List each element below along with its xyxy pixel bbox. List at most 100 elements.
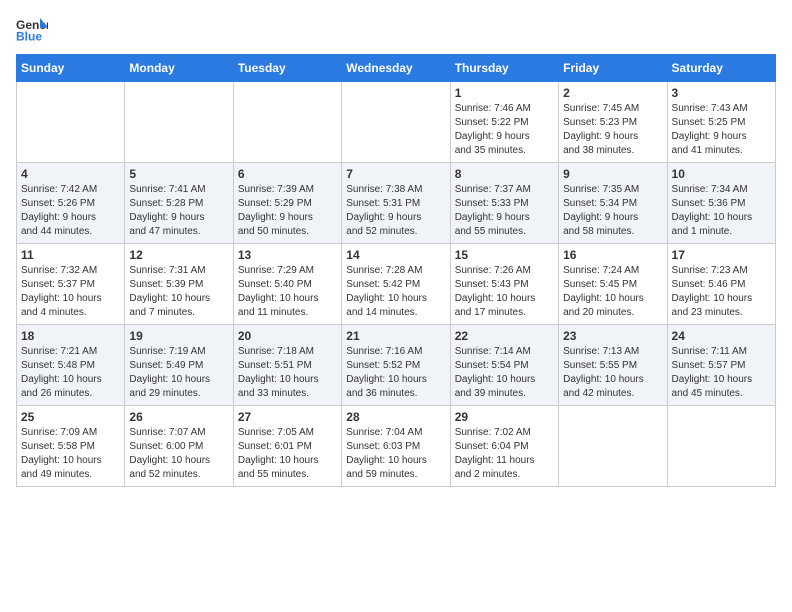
calendar-cell: 10 Sunrise: 7:34 AM Sunset: 5:36 PM Dayli…	[667, 163, 775, 244]
day-number: 21	[346, 329, 445, 343]
weekday-header: Wednesday	[342, 55, 450, 82]
weekday-header: Thursday	[450, 55, 558, 82]
day-number: 1	[455, 86, 554, 100]
weekday-header: Saturday	[667, 55, 775, 82]
day-number: 13	[238, 248, 337, 262]
calendar-cell: 17 Sunrise: 7:23 AM Sunset: 5:46 PM Dayli…	[667, 244, 775, 325]
calendar-cell	[559, 406, 667, 487]
calendar-cell: 8 Sunrise: 7:37 AM Sunset: 5:33 PM Daylig…	[450, 163, 558, 244]
day-info: Sunrise: 7:32 AM Sunset: 5:37 PM Dayligh…	[21, 264, 120, 320]
day-info: Sunrise: 7:31 AM Sunset: 5:39 PM Dayligh…	[129, 264, 228, 320]
calendar-cell: 12 Sunrise: 7:31 AM Sunset: 5:39 PM Dayli…	[125, 244, 233, 325]
calendar-cell	[667, 406, 775, 487]
day-number: 3	[672, 86, 771, 100]
calendar-cell: 2 Sunrise: 7:45 AM Sunset: 5:23 PM Daylig…	[559, 82, 667, 163]
weekday-header: Monday	[125, 55, 233, 82]
calendar-cell	[17, 82, 125, 163]
day-info: Sunrise: 7:19 AM Sunset: 5:49 PM Dayligh…	[129, 345, 228, 401]
calendar-week-row: 25Sunrise: 7:09 AM Sunset: 5:58 PM Dayli…	[17, 406, 776, 487]
day-number: 4	[21, 167, 120, 181]
calendar-cell: 16 Sunrise: 7:24 AM Sunset: 5:45 PM Dayli…	[559, 244, 667, 325]
calendar-header-row: SundayMondayTuesdayWednesdayThursdayFrid…	[17, 55, 776, 82]
day-number: 2	[563, 86, 662, 100]
day-info: Sunrise: 7:37 AM Sunset: 5:33 PM Dayligh…	[455, 183, 554, 239]
day-number: 15	[455, 248, 554, 262]
day-info: Sunrise: 7:02 AM Sunset: 6:04 PM Dayligh…	[455, 426, 554, 482]
day-number: 19	[129, 329, 228, 343]
calendar-cell: 1 Sunrise: 7:46 AM Sunset: 5:22 PM Daylig…	[450, 82, 558, 163]
day-info: Sunrise: 7:14 AM Sunset: 5:54 PM Dayligh…	[455, 345, 554, 401]
day-number: 29	[455, 410, 554, 424]
calendar-cell: 19 Sunrise: 7:19 AM Sunset: 5:49 PM Dayli…	[125, 325, 233, 406]
calendar-cell: 4 Sunrise: 7:42 AM Sunset: 5:26 PM Daylig…	[17, 163, 125, 244]
day-number: 16	[563, 248, 662, 262]
day-info: Sunrise: 7:43 AM Sunset: 5:25 PM Dayligh…	[672, 102, 771, 158]
calendar-cell: 24 Sunrise: 7:11 AM Sunset: 5:57 PM Dayli…	[667, 325, 775, 406]
day-info: Sunrise: 7:04 AM Sunset: 6:03 PM Dayligh…	[346, 426, 445, 482]
day-info: Sunrise: 7:23 AM Sunset: 5:46 PM Dayligh…	[672, 264, 771, 320]
day-number: 6	[238, 167, 337, 181]
calendar-cell: 15 Sunrise: 7:26 AM Sunset: 5:43 PM Dayli…	[450, 244, 558, 325]
calendar-cell: 23 Sunrise: 7:13 AM Sunset: 5:55 PM Dayli…	[559, 325, 667, 406]
day-info: Sunrise: 7:13 AM Sunset: 5:55 PM Dayligh…	[563, 345, 662, 401]
calendar-cell	[233, 82, 341, 163]
day-number: 28	[346, 410, 445, 424]
day-number: 25	[21, 410, 120, 424]
calendar-week-row: 18Sunrise: 7:21 AM Sunset: 5:48 PM Dayli…	[17, 325, 776, 406]
day-number: 12	[129, 248, 228, 262]
day-info: Sunrise: 7:28 AM Sunset: 5:42 PM Dayligh…	[346, 264, 445, 320]
calendar-cell: 25Sunrise: 7:09 AM Sunset: 5:58 PM Dayli…	[17, 406, 125, 487]
logo-icon: General Blue	[16, 16, 48, 44]
day-info: Sunrise: 7:18 AM Sunset: 5:51 PM Dayligh…	[238, 345, 337, 401]
calendar-cell: 11 Sunrise: 7:32 AM Sunset: 5:37 PM Dayli…	[17, 244, 125, 325]
calendar-cell: 7 Sunrise: 7:38 AM Sunset: 5:31 PM Daylig…	[342, 163, 450, 244]
day-info: Sunrise: 7:16 AM Sunset: 5:52 PM Dayligh…	[346, 345, 445, 401]
day-number: 26	[129, 410, 228, 424]
calendar-cell: 14 Sunrise: 7:28 AM Sunset: 5:42 PM Dayli…	[342, 244, 450, 325]
calendar-week-row: 1 Sunrise: 7:46 AM Sunset: 5:22 PM Daylig…	[17, 82, 776, 163]
day-info: Sunrise: 7:35 AM Sunset: 5:34 PM Dayligh…	[563, 183, 662, 239]
calendar-cell	[342, 82, 450, 163]
calendar-cell: 27 Sunrise: 7:05 AM Sunset: 6:01 PM Dayli…	[233, 406, 341, 487]
calendar-cell: 13 Sunrise: 7:29 AM Sunset: 5:40 PM Dayli…	[233, 244, 341, 325]
day-info: Sunrise: 7:39 AM Sunset: 5:29 PM Dayligh…	[238, 183, 337, 239]
day-number: 22	[455, 329, 554, 343]
page-header: General Blue	[16, 16, 776, 44]
day-number: 20	[238, 329, 337, 343]
day-number: 14	[346, 248, 445, 262]
day-number: 8	[455, 167, 554, 181]
day-number: 27	[238, 410, 337, 424]
day-info: Sunrise: 7:34 AM Sunset: 5:36 PM Dayligh…	[672, 183, 771, 239]
day-number: 5	[129, 167, 228, 181]
day-number: 11	[21, 248, 120, 262]
calendar-cell: 9 Sunrise: 7:35 AM Sunset: 5:34 PM Daylig…	[559, 163, 667, 244]
calendar-cell: 28 Sunrise: 7:04 AM Sunset: 6:03 PM Dayli…	[342, 406, 450, 487]
calendar-cell: 21 Sunrise: 7:16 AM Sunset: 5:52 PM Dayli…	[342, 325, 450, 406]
calendar-table: SundayMondayTuesdayWednesdayThursdayFrid…	[16, 54, 776, 487]
day-number: 9	[563, 167, 662, 181]
day-info: Sunrise: 7:41 AM Sunset: 5:28 PM Dayligh…	[129, 183, 228, 239]
day-info: Sunrise: 7:45 AM Sunset: 5:23 PM Dayligh…	[563, 102, 662, 158]
day-info: Sunrise: 7:05 AM Sunset: 6:01 PM Dayligh…	[238, 426, 337, 482]
day-info: Sunrise: 7:24 AM Sunset: 5:45 PM Dayligh…	[563, 264, 662, 320]
day-info: Sunrise: 7:21 AM Sunset: 5:48 PM Dayligh…	[21, 345, 120, 401]
day-info: Sunrise: 7:26 AM Sunset: 5:43 PM Dayligh…	[455, 264, 554, 320]
day-info: Sunrise: 7:11 AM Sunset: 5:57 PM Dayligh…	[672, 345, 771, 401]
day-number: 23	[563, 329, 662, 343]
day-info: Sunrise: 7:38 AM Sunset: 5:31 PM Dayligh…	[346, 183, 445, 239]
day-number: 10	[672, 167, 771, 181]
calendar-cell: 18Sunrise: 7:21 AM Sunset: 5:48 PM Dayli…	[17, 325, 125, 406]
calendar-week-row: 11 Sunrise: 7:32 AM Sunset: 5:37 PM Dayli…	[17, 244, 776, 325]
day-info: Sunrise: 7:29 AM Sunset: 5:40 PM Dayligh…	[238, 264, 337, 320]
calendar-cell: 5 Sunrise: 7:41 AM Sunset: 5:28 PM Daylig…	[125, 163, 233, 244]
logo: General Blue	[16, 16, 52, 44]
calendar-cell: 3 Sunrise: 7:43 AM Sunset: 5:25 PM Daylig…	[667, 82, 775, 163]
day-info: Sunrise: 7:46 AM Sunset: 5:22 PM Dayligh…	[455, 102, 554, 158]
day-number: 17	[672, 248, 771, 262]
day-number: 24	[672, 329, 771, 343]
calendar-cell	[125, 82, 233, 163]
calendar-cell: 29 Sunrise: 7:02 AM Sunset: 6:04 PM Dayli…	[450, 406, 558, 487]
day-info: Sunrise: 7:42 AM Sunset: 5:26 PM Dayligh…	[21, 183, 120, 239]
svg-text:Blue: Blue	[16, 29, 42, 43]
day-number: 7	[346, 167, 445, 181]
